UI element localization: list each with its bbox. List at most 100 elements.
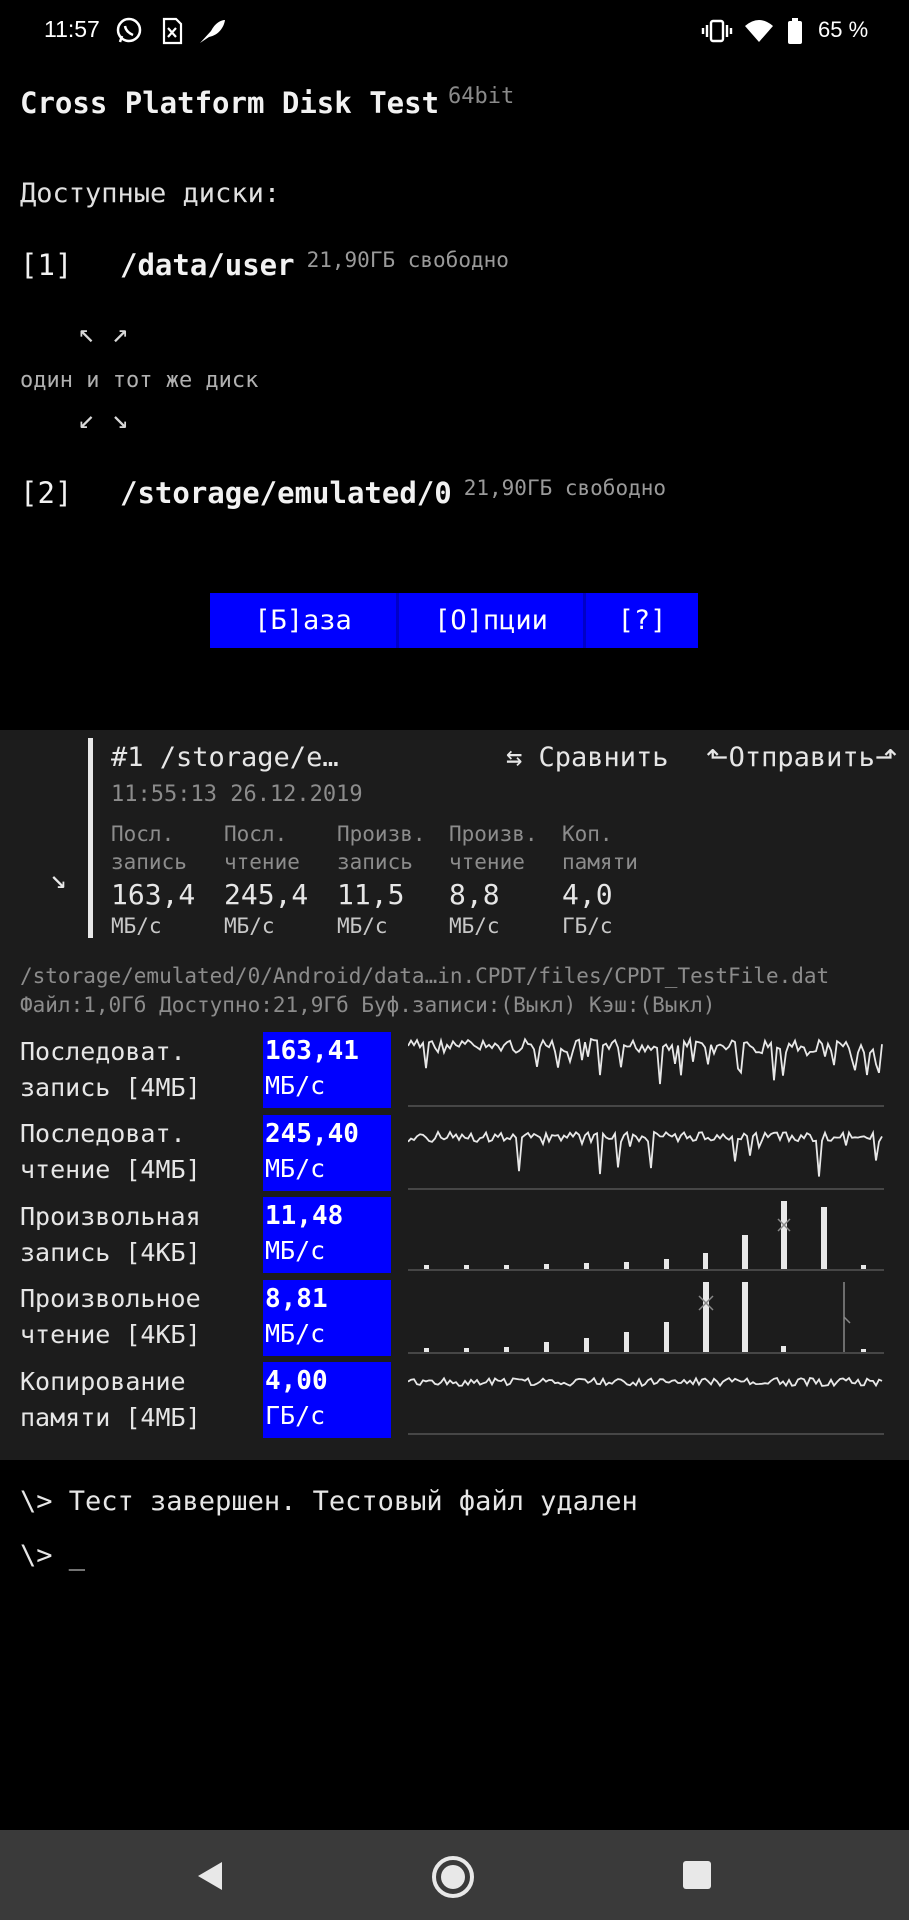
console-prompt[interactable]: \> _ bbox=[20, 1540, 85, 1571]
menu-bar: [Б]аза [О]пции [?] bbox=[210, 593, 698, 648]
disk-path: /storage/emulated/0 bbox=[120, 476, 452, 510]
status-bar: 11:57 65 % bbox=[0, 0, 909, 62]
test-unit: МБ/с bbox=[265, 1154, 326, 1183]
stat-unit: МБ/с bbox=[449, 914, 500, 938]
test-label-line: запись [4МБ] bbox=[20, 1073, 201, 1102]
test-label-seq-write: Последоват. запись [4МБ] bbox=[20, 1034, 201, 1106]
battery-icon bbox=[778, 14, 812, 48]
stat-label: Произв. запись bbox=[337, 822, 426, 874]
rand-read-graph bbox=[408, 1282, 884, 1354]
stat-label: Посл. запись bbox=[111, 822, 187, 874]
whatsapp-icon bbox=[112, 14, 146, 48]
test-label-rand-write: Произвольная запись [4КБ] bbox=[20, 1199, 201, 1271]
stat-value: 8,8 bbox=[449, 878, 500, 911]
sim-icon bbox=[155, 14, 189, 48]
graph-bar bbox=[424, 1265, 429, 1269]
test-value: 8,81 bbox=[265, 1284, 328, 1314]
back-icon[interactable] bbox=[190, 1858, 230, 1894]
test-unit: МБ/с bbox=[265, 1319, 326, 1348]
stat-unit: МБ/с bbox=[337, 914, 388, 938]
test-file-path: /storage/emulated/0/Android/data…in.CPDT… bbox=[20, 964, 830, 988]
graph-bar bbox=[703, 1253, 708, 1269]
base-button[interactable]: [Б]аза bbox=[210, 593, 396, 648]
test-label-mem-copy: Копирование памяти [4МБ] bbox=[20, 1364, 201, 1436]
disk-free: 21,90ГБ свободно bbox=[463, 476, 667, 500]
graph-bar bbox=[742, 1282, 748, 1352]
status-time: 11:57 bbox=[44, 16, 100, 42]
collapse-arrow-icon[interactable]: ↘ bbox=[50, 862, 67, 895]
test-value: 163,41 bbox=[265, 1036, 359, 1066]
graph-line bbox=[408, 1376, 883, 1388]
graph-bar bbox=[624, 1262, 629, 1269]
graph-bar bbox=[544, 1264, 549, 1269]
graph-bar bbox=[664, 1259, 669, 1269]
test-unit: ГБ/с bbox=[265, 1401, 326, 1430]
graph-bar bbox=[742, 1235, 748, 1269]
graph-bar bbox=[464, 1348, 469, 1352]
test-label-line: чтение [4КБ] bbox=[20, 1320, 201, 1349]
graph-bar bbox=[584, 1338, 589, 1352]
test-value-seq-read: 245,40 МБ/с bbox=[263, 1115, 391, 1191]
graph-bar bbox=[781, 1201, 787, 1269]
graph-bar bbox=[504, 1347, 509, 1352]
graph-marker bbox=[843, 1316, 851, 1324]
test-label-line: Последоват. bbox=[20, 1037, 186, 1066]
disk-path: /data/user bbox=[120, 248, 295, 282]
test-unit: МБ/с bbox=[265, 1236, 326, 1265]
vibrate-icon bbox=[700, 14, 734, 48]
stat-label: Коп. памяти bbox=[562, 822, 638, 874]
disk-free: 21,90ГБ свободно bbox=[306, 248, 509, 272]
test-label-line: Последоват. bbox=[20, 1119, 186, 1148]
disk-item-1[interactable]: [1] /data/user 21,90ГБ свободно bbox=[20, 248, 509, 282]
graph-line bbox=[408, 1129, 883, 1177]
stat-value: 163,4 bbox=[111, 878, 196, 911]
test-file-info: Файл:1,0Гб Доступно:21,9Гб Буф.записи:(В… bbox=[20, 993, 716, 1017]
test-value-seq-write: 163,41 МБ/с bbox=[263, 1032, 391, 1108]
graph-bar bbox=[861, 1265, 866, 1269]
test-label-line: Произвольное bbox=[20, 1284, 201, 1313]
stat-label: Произв. чтение bbox=[449, 822, 538, 874]
options-button[interactable]: [О]пции bbox=[399, 593, 583, 648]
stat-unit: ГБ/с bbox=[562, 914, 613, 938]
graph-bar bbox=[544, 1342, 549, 1352]
test-value-rand-write: 11,48 МБ/с bbox=[263, 1197, 391, 1273]
test-unit: МБ/с bbox=[265, 1071, 326, 1100]
send-button[interactable]: ⬑Отправить⬏ bbox=[706, 742, 897, 773]
test-label-line: Копирование bbox=[20, 1367, 186, 1396]
same-disk-note: один и тот же диск bbox=[20, 368, 259, 393]
stat-unit: МБ/с bbox=[224, 914, 275, 938]
test-label-line: чтение [4МБ] bbox=[20, 1155, 201, 1184]
graph-bar bbox=[624, 1332, 629, 1352]
result-marker-bar bbox=[88, 738, 93, 938]
graph-bar bbox=[703, 1282, 709, 1352]
graph-bar bbox=[584, 1263, 589, 1269]
recents-icon[interactable] bbox=[680, 1858, 714, 1892]
home-icon[interactable] bbox=[430, 1854, 476, 1900]
stat-seq-write: Посл. запись 163,4 МБ/с bbox=[111, 820, 223, 940]
help-button[interactable]: [?] bbox=[586, 593, 698, 648]
graph-bar bbox=[821, 1207, 827, 1269]
test-value-mem-copy: 4,00 ГБ/с bbox=[263, 1362, 391, 1438]
seq-write-graph bbox=[408, 1035, 884, 1107]
app-title: Cross Platform Disk Test bbox=[20, 86, 440, 120]
stat-seq-read: Посл. чтение 245,4 МБ/с bbox=[224, 820, 336, 940]
arch-label: 64bit bbox=[448, 84, 515, 109]
test-label-line: Произвольная bbox=[20, 1202, 201, 1231]
test-label-line: запись [4КБ] bbox=[20, 1238, 201, 1267]
test-value-rand-read: 8,81 МБ/с bbox=[263, 1280, 391, 1356]
disk-item-2[interactable]: [2] /storage/emulated/0 21,90ГБ свободно bbox=[20, 476, 666, 510]
graph-bar bbox=[504, 1265, 509, 1269]
wifi-icon bbox=[742, 14, 776, 48]
arrows-down: ↙ ↘ bbox=[78, 402, 129, 435]
stat-label: Посл. чтение bbox=[224, 822, 300, 874]
graph-bar bbox=[861, 1349, 866, 1352]
stat-rand-write: Произв. запись 11,5 МБ/с bbox=[337, 820, 449, 940]
compare-button[interactable]: ⇆ Сравнить bbox=[506, 742, 669, 773]
test-value: 245,40 bbox=[265, 1119, 359, 1149]
mem-copy-graph bbox=[408, 1376, 884, 1435]
disk-index: [2] bbox=[20, 476, 73, 510]
seq-read-graph bbox=[408, 1129, 884, 1190]
stat-mem-copy: Коп. памяти 4,0 ГБ/с bbox=[562, 820, 674, 940]
stat-unit: МБ/с bbox=[111, 914, 162, 938]
arrows-up: ↖ ↗ bbox=[78, 316, 129, 349]
